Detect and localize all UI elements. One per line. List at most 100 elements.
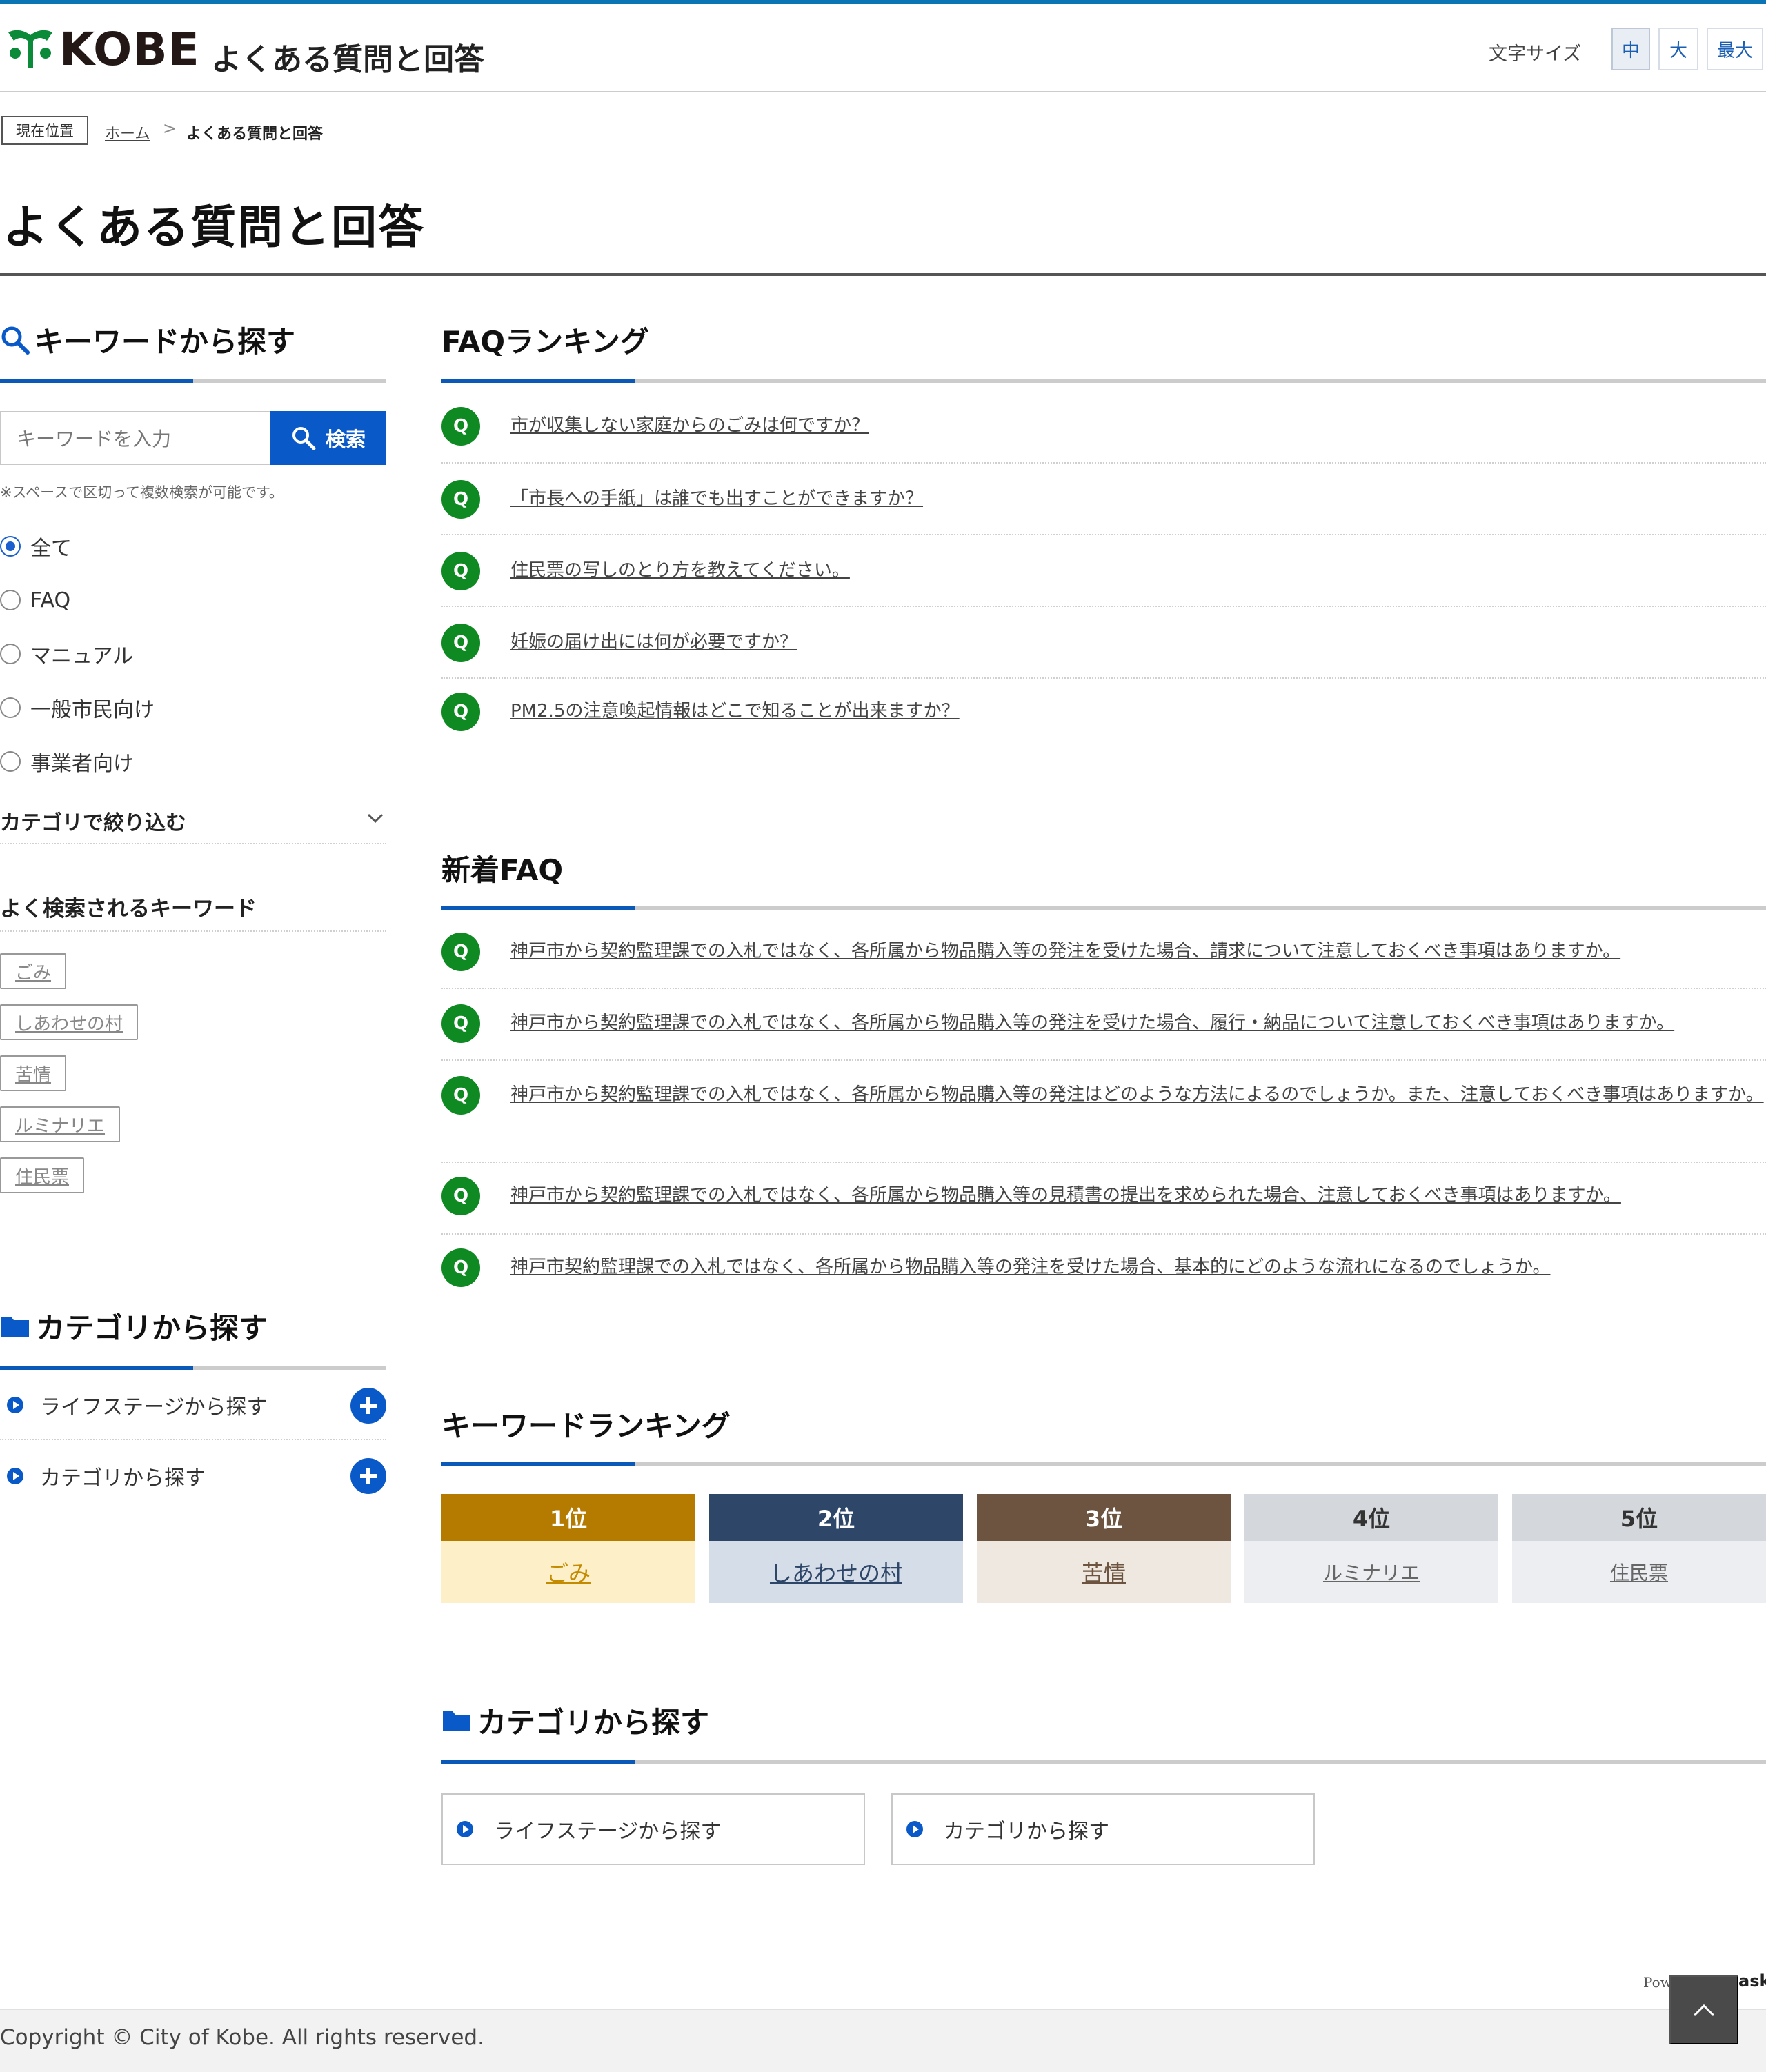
new-faq-item: Q 神戸市から契約監理課での入札ではなく、各所属から物品購入等の見積書の提出を求… xyxy=(442,1163,1766,1235)
radio-businesses[interactable]: 事業者向け xyxy=(0,748,134,776)
new-faq-rule xyxy=(442,906,1766,910)
popular-keywords-heading: よく検索されるキーワード xyxy=(0,897,257,922)
category-box-label: ライフステージから探す xyxy=(494,1820,722,1844)
faq-link[interactable]: PM2.5の注意喚起情報はどこで知ることが出来ますか？ xyxy=(510,697,1766,726)
popular-keyword-tag[interactable]: 住民票 xyxy=(0,1157,85,1193)
new-faq-heading: 新着FAQ xyxy=(442,853,564,887)
radio-label: 全て xyxy=(30,537,72,561)
folder-icon xyxy=(1,1316,29,1337)
expand-plus-icon[interactable] xyxy=(350,1388,386,1424)
keyword-rank-card: 3位 苦情 xyxy=(977,1494,1231,1603)
faq-link[interactable]: 「市長への手紙」は誰でも出すことができますか？ xyxy=(510,484,1766,513)
faq-link[interactable]: 神戸市から契約監理課での入札ではなく、各所属から物品購入等の発注はどのような方法… xyxy=(510,1080,1766,1109)
breadcrumb-current: よくある質問と回答 xyxy=(186,126,324,143)
page-title: よくある質問と回答 xyxy=(3,201,425,254)
radio-manual[interactable]: マニュアル xyxy=(0,640,133,668)
radio-label: 一般市民向け xyxy=(30,698,155,722)
copyright-text: Copyright © City of Kobe. All rights res… xyxy=(0,2025,484,2050)
category-left-item-category[interactable]: カテゴリから探す xyxy=(0,1442,386,1511)
radio-faq[interactable]: FAQ xyxy=(0,586,70,614)
q-badge: Q xyxy=(442,624,480,662)
circle-play-icon xyxy=(7,1468,23,1484)
rank-keyword-link[interactable]: 住民票 xyxy=(1512,1541,1766,1603)
search-button-label: 検索 xyxy=(325,429,366,451)
powered-by-suffix: ask xyxy=(1738,1971,1766,1991)
site-title[interactable]: よくある質問と回答 xyxy=(211,34,484,79)
category-main-heading-text: カテゴリから探す xyxy=(477,1706,710,1740)
new-faq-item: Q 神戸市から契約監理課での入札ではなく、各所属から物品購入等の発注を受けた場合… xyxy=(442,917,1766,989)
category-left-heading: カテゴリから探す xyxy=(0,1305,268,1347)
rank-label: 5位 xyxy=(1512,1494,1766,1541)
q-badge: Q xyxy=(442,693,480,731)
q-badge: Q xyxy=(442,480,480,519)
faq-ranking-item: Q 市が収集しない家庭からのごみは何ですか？ xyxy=(442,389,1766,464)
kobe-logo[interactable]: KOBE xyxy=(6,23,200,76)
faq-link[interactable]: 妊娠の届け出には何が必要ですか？ xyxy=(510,628,1766,657)
rank-keyword-link[interactable]: ルミナリエ xyxy=(1244,1541,1498,1603)
category-filter-toggle[interactable]: カテゴリで絞り込む xyxy=(0,799,386,844)
expand-plus-icon[interactable] xyxy=(350,1458,386,1494)
popular-keywords-rule xyxy=(0,930,386,932)
popular-keyword-tag[interactable]: 苦情 xyxy=(0,1055,67,1091)
category-box-lifestage[interactable]: ライフステージから探す xyxy=(442,1793,865,1865)
faq-ranking-item: Q 住民票の写しのとり方を教えてください。 xyxy=(442,535,1766,607)
category-left-item-lifestage[interactable]: ライフステージから探す xyxy=(0,1371,386,1440)
radio-circle[interactable] xyxy=(0,697,21,718)
faq-link[interactable]: 神戸市から契約監理課での入札ではなく、各所属から物品購入等の発注を受けた場合、請… xyxy=(510,937,1766,966)
keyword-search-rule xyxy=(0,379,386,383)
chevron-up-icon xyxy=(1693,2004,1715,2017)
category-box-label: カテゴリから探す xyxy=(944,1820,1109,1844)
faq-ranking-item: Q PM2.5の注意喚起情報はどこで知ることが出来ますか？ xyxy=(442,679,1766,750)
search-input[interactable]: キーワードを入力 xyxy=(0,411,270,465)
site-header: KOBE よくある質問と回答 文字サイズ 中 大 最大 xyxy=(0,4,1766,92)
search-button-icon xyxy=(292,427,316,450)
font-size-medium-button[interactable]: 中 xyxy=(1611,28,1650,70)
faq-link[interactable]: 神戸市から契約監理課での入札ではなく、各所属から物品購入等の見積書の提出を求めら… xyxy=(510,1181,1766,1210)
faq-link[interactable]: 市が収集しない家庭からのごみは何ですか？ xyxy=(510,411,1766,440)
category-main-heading: カテゴリから探す xyxy=(442,1700,709,1742)
radio-circle-checked[interactable] xyxy=(0,536,21,557)
circle-play-icon xyxy=(457,1821,473,1837)
faq-ranking-rule xyxy=(442,379,1766,383)
keyword-ranking-heading: キーワードランキング xyxy=(442,1409,731,1443)
radio-label: マニュアル xyxy=(30,644,134,668)
rank-label: 4位 xyxy=(1244,1494,1498,1541)
font-size-large-button[interactable]: 大 xyxy=(1658,28,1698,70)
radio-all[interactable]: 全て xyxy=(0,532,72,561)
keyword-search-heading: キーワードから探す xyxy=(0,319,295,361)
breadcrumb-home-link[interactable]: ホーム xyxy=(105,121,150,143)
radio-circle[interactable] xyxy=(0,644,21,664)
radio-circle[interactable] xyxy=(0,751,21,772)
search-button[interactable]: 検索 xyxy=(270,411,386,465)
keyword-rank-card: 4位 ルミナリエ xyxy=(1244,1494,1498,1603)
font-size-largest-button[interactable]: 最大 xyxy=(1707,28,1763,70)
rank-keyword-link[interactable]: しあわせの村 xyxy=(709,1541,963,1603)
new-faq-item: Q 神戸市契約監理課での入札ではなく、各所属から物品購入等の発注を受けた場合、基… xyxy=(442,1235,1766,1306)
rank-label: 2位 xyxy=(709,1494,963,1541)
popular-keyword-tag[interactable]: ごみ xyxy=(0,953,67,989)
faq-link[interactable]: 神戸市から契約監理課での入札ではなく、各所属から物品購入等の発注を受けた場合、履… xyxy=(510,1008,1766,1037)
new-faq-item: Q 神戸市から契約監理課での入札ではなく、各所属から物品購入等の発注を受けた場合… xyxy=(442,989,1766,1061)
popular-keyword-tag[interactable]: ルミナリエ xyxy=(0,1106,121,1142)
rank-keyword-link[interactable]: ごみ xyxy=(442,1541,695,1603)
category-filter-label: カテゴリで絞り込む xyxy=(0,811,186,835)
faq-ranking-item: Q 「市長への手紙」は誰でも出すことができますか？ xyxy=(442,464,1766,535)
faq-ranking-item: Q 妊娠の届け出には何が必要ですか？ xyxy=(442,607,1766,679)
back-to-top-button[interactable] xyxy=(1669,1975,1738,2044)
search-icon xyxy=(1,326,30,355)
search-note: ※スペースで区切って複数検索が可能です。 xyxy=(0,484,284,501)
q-badge: Q xyxy=(442,1177,480,1215)
popular-keyword-tag[interactable]: しあわせの村 xyxy=(0,1004,139,1040)
radio-label: 事業者向け xyxy=(30,752,134,776)
category-left-rule xyxy=(0,1366,386,1370)
title-divider xyxy=(0,273,1766,276)
faq-link[interactable]: 神戸市契約監理課での入札ではなく、各所属から物品購入等の発注を受けた場合、基本的… xyxy=(510,1253,1766,1282)
category-box-category[interactable]: カテゴリから探す xyxy=(891,1793,1315,1865)
q-badge: Q xyxy=(442,407,480,446)
faq-link[interactable]: 住民票の写しのとり方を教えてください。 xyxy=(510,556,1766,585)
breadcrumb-separator-icon: > xyxy=(163,119,177,138)
radio-label: FAQ xyxy=(30,588,71,612)
radio-circle[interactable] xyxy=(0,590,21,610)
rank-keyword-link[interactable]: 苦情 xyxy=(977,1541,1231,1603)
radio-citizens[interactable]: 一般市民向け xyxy=(0,694,155,722)
